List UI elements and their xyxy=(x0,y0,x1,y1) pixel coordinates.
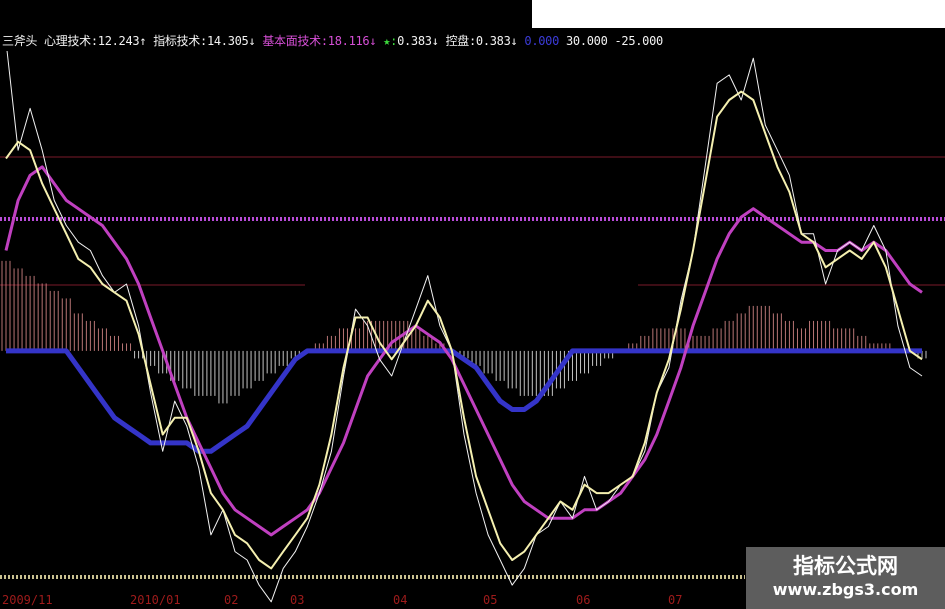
legend-tail-lower: -25.000 xyxy=(614,34,663,48)
series-psych-line xyxy=(5,41,923,603)
legend-value: 14.305↓ xyxy=(206,34,256,48)
legend-tail-zero: 0.000 xyxy=(524,34,560,48)
watermark-logo: 指标公式网 www.zbgs3.com xyxy=(746,547,945,609)
legend-item-control: 控盘: 0.383↓ xyxy=(446,31,518,51)
legend-value: 12.243↑ xyxy=(97,34,147,48)
x-tick-label: 03 xyxy=(290,593,305,607)
legend-value: 0.383↓ xyxy=(397,34,439,48)
legend-label: 心理技术: xyxy=(44,34,98,48)
x-tick-label: 2010/01 xyxy=(130,593,181,607)
indicator-chart xyxy=(0,41,945,603)
watermark-url: www.zbgs3.com xyxy=(772,580,919,599)
series-indicator-line xyxy=(5,90,923,570)
legend-label: 控盘: xyxy=(445,34,477,48)
x-tick-label: 02 xyxy=(224,593,239,607)
legend-item-fundamental: 基本面技术: 18.116↓ xyxy=(262,31,376,51)
x-tick-label: 04 xyxy=(393,593,408,607)
legend-item-psych: 心理技术: 12.243↑ xyxy=(44,31,147,51)
indicator-legend: 三斧头 心理技术: 12.243↑ 指标技术: 14.305↓ 基本面技术: 1… xyxy=(2,31,663,51)
legend-item-indicator: 指标技术: 14.305↓ xyxy=(153,31,256,51)
star-icon: ★: xyxy=(383,34,398,48)
x-axis-labels: 2009/11 2010/01 02 03 04 05 06 07 xyxy=(0,592,745,609)
x-tick-label: 07 xyxy=(668,593,683,607)
watermark-title: 指标公式网 xyxy=(793,554,898,578)
legend-value: 18.116↓ xyxy=(327,34,377,48)
legend-tail-upper: 30.000 xyxy=(565,34,608,48)
legend-name: 三斧头 xyxy=(2,34,38,48)
legend-label: 基本面技术: xyxy=(262,34,328,48)
x-tick-label: 2009/11 xyxy=(2,593,53,607)
legend-value: 0.383↓ xyxy=(475,34,518,48)
x-tick-label: 05 xyxy=(483,593,498,607)
legend-item-star: ★: 0.383↓ xyxy=(383,31,439,51)
x-tick-label: 06 xyxy=(576,593,591,607)
legend-label: 指标技术: xyxy=(153,34,207,48)
top-blank-area xyxy=(532,0,945,28)
